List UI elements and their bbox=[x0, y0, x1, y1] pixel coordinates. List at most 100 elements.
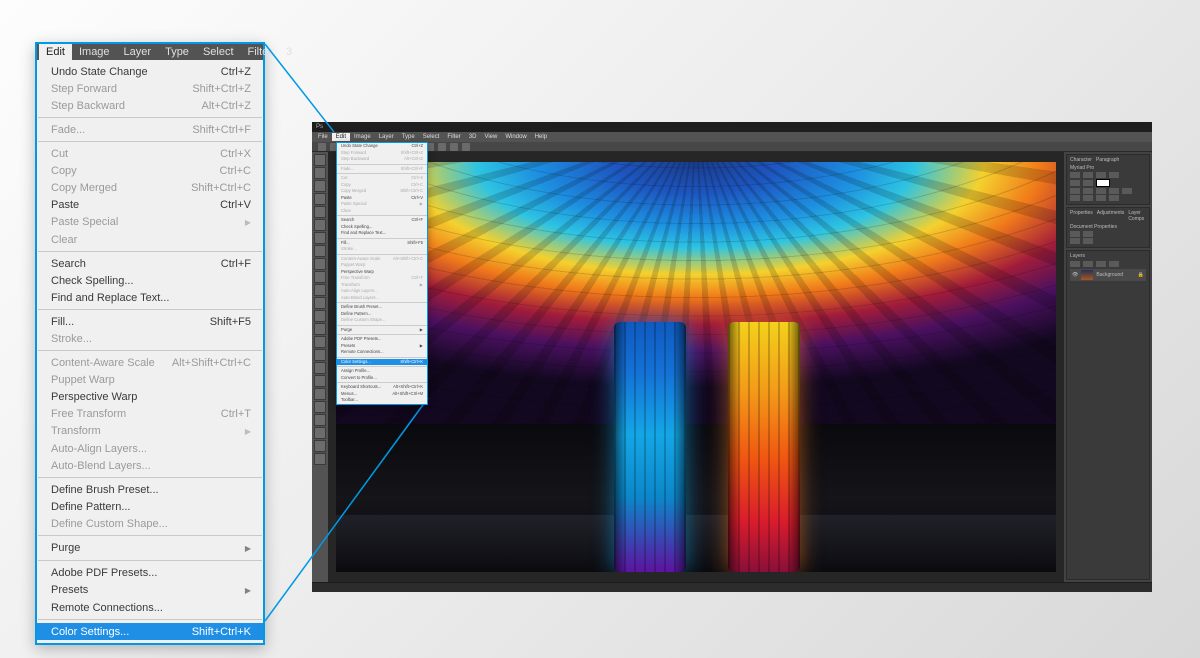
app-menubar-item[interactable]: Edit bbox=[332, 133, 350, 141]
tool-icon[interactable] bbox=[314, 284, 326, 296]
menubar-item-layer[interactable]: Layer bbox=[117, 44, 159, 60]
mini-menu-item[interactable]: Find and Replace Text... bbox=[337, 230, 427, 237]
tool-icon[interactable] bbox=[314, 310, 326, 322]
app-menubar-item[interactable]: Type bbox=[398, 133, 419, 141]
tab-properties[interactable]: Properties bbox=[1070, 210, 1093, 222]
tool-icon[interactable] bbox=[314, 180, 326, 192]
menu-item[interactable]: PasteCtrl+V bbox=[37, 196, 263, 213]
opt-icon[interactable] bbox=[450, 143, 458, 151]
opt-icon[interactable] bbox=[462, 143, 470, 151]
menu-item[interactable]: Adobe PDF Presets... bbox=[37, 564, 263, 581]
tool-icon[interactable] bbox=[314, 427, 326, 439]
app-menubar-item[interactable]: View bbox=[480, 133, 501, 141]
menu-item[interactable]: Remote Connections... bbox=[37, 599, 263, 616]
tool-icon[interactable] bbox=[314, 245, 326, 257]
tab-character[interactable]: Character bbox=[1070, 157, 1092, 163]
menubar-item-select[interactable]: Select bbox=[196, 44, 241, 60]
app-menubar-item[interactable]: File bbox=[314, 133, 332, 141]
tool-icon[interactable] bbox=[314, 219, 326, 231]
mini-menu-item: Stroke... bbox=[337, 246, 427, 253]
menu-item[interactable]: Define Pattern... bbox=[37, 498, 263, 515]
menu-item: Content-Aware ScaleAlt+Shift+Ctrl+C bbox=[37, 354, 263, 371]
menu-item: Clear bbox=[37, 231, 263, 248]
app-menubar-item[interactable]: 3D bbox=[465, 133, 481, 141]
tab-layercomps[interactable]: Layer Comps bbox=[1128, 210, 1146, 222]
edit-menu-mini[interactable]: Undo State ChangeCtrl+ZStep ForwardShift… bbox=[336, 142, 428, 405]
app-menubar-item[interactable]: Layer bbox=[375, 133, 398, 141]
tool-preset-icon[interactable] bbox=[318, 143, 326, 151]
eye-icon[interactable]: 👁 bbox=[1072, 272, 1078, 278]
layer-row[interactable]: 👁 Background 🔒 bbox=[1070, 269, 1146, 281]
menu-item[interactable]: Check Spelling... bbox=[37, 272, 263, 289]
tool-icon[interactable] bbox=[314, 323, 326, 335]
menu-item[interactable]: Presets bbox=[37, 581, 263, 599]
tool-icon[interactable] bbox=[314, 414, 326, 426]
layer-thumb[interactable] bbox=[1081, 270, 1093, 280]
color-swatch[interactable] bbox=[1096, 179, 1110, 187]
app-menubar-item[interactable]: Help bbox=[531, 133, 551, 141]
app-menubar-item[interactable]: Window bbox=[501, 133, 530, 141]
menu-item[interactable]: Fill...Shift+F5 bbox=[37, 313, 263, 330]
app-menubar-item[interactable]: Image bbox=[350, 133, 375, 141]
menu-item[interactable]: Perspective Warp bbox=[37, 388, 263, 405]
mini-menu-item[interactable]: Purge▶ bbox=[337, 327, 427, 334]
properties-title: Document Properties bbox=[1070, 224, 1117, 230]
character-panel[interactable]: Character Paragraph Myriad Pro bbox=[1066, 154, 1150, 205]
menu-item[interactable]: Undo State ChangeCtrl+Z bbox=[37, 63, 263, 80]
tool-icon[interactable] bbox=[314, 232, 326, 244]
app-menubar[interactable]: FileEditImageLayerTypeSelectFilter3DView… bbox=[312, 132, 1152, 142]
menubar-item-3[interactable]: 3 bbox=[279, 44, 299, 60]
font-family[interactable]: Myriad Pro bbox=[1070, 165, 1094, 171]
tab-adjustments[interactable]: Adjustments bbox=[1097, 210, 1125, 222]
tab-paragraph[interactable]: Paragraph bbox=[1096, 157, 1119, 163]
tool-icon[interactable] bbox=[314, 375, 326, 387]
mini-menu-item[interactable]: Toolbar... bbox=[337, 397, 427, 404]
mini-menu-item: Step BackwardAlt+Ctrl+Z bbox=[337, 156, 427, 163]
tool-icon[interactable] bbox=[314, 388, 326, 400]
document-image bbox=[336, 162, 1056, 572]
mini-menu-item[interactable]: Color Settings...Shift+Ctrl+K bbox=[337, 359, 427, 366]
tool-icon[interactable] bbox=[314, 336, 326, 348]
mini-menu-item[interactable]: Remote Connections... bbox=[337, 349, 427, 356]
menu-item[interactable]: Purge bbox=[37, 539, 263, 557]
photoshop-window: Ps FileEditImageLayerTypeSelectFilter3DV… bbox=[312, 122, 1152, 592]
app-menubar-item[interactable]: Select bbox=[419, 133, 444, 141]
tools-panel[interactable] bbox=[312, 152, 328, 582]
status-bar bbox=[312, 582, 1152, 592]
tool-icon[interactable] bbox=[314, 453, 326, 465]
tool-icon[interactable] bbox=[314, 401, 326, 413]
menu-item: Auto-Align Layers... bbox=[37, 440, 263, 457]
menu-item: Auto-Blend Layers... bbox=[37, 457, 263, 474]
menubar-item-image[interactable]: Image bbox=[72, 44, 117, 60]
properties-panel[interactable]: Properties Adjustments Layer Comps Docum… bbox=[1066, 207, 1150, 248]
menu-item[interactable]: SearchCtrl+F bbox=[37, 255, 263, 272]
tool-icon[interactable] bbox=[314, 258, 326, 270]
menubar-item-type[interactable]: Type bbox=[158, 44, 196, 60]
tool-icon[interactable] bbox=[314, 167, 326, 179]
menubar-item-edit[interactable]: Edit bbox=[39, 44, 72, 60]
tab-layers[interactable]: Layers bbox=[1070, 253, 1085, 259]
menu-item[interactable]: Define Brush Preset... bbox=[37, 481, 263, 498]
document-canvas[interactable] bbox=[328, 152, 1064, 582]
mini-menu-item[interactable]: Convert to Profile... bbox=[337, 375, 427, 382]
layers-panel[interactable]: Layers 👁 Background 🔒 bbox=[1066, 250, 1150, 580]
tool-icon[interactable] bbox=[314, 362, 326, 374]
menubar-item-filter[interactable]: Filter bbox=[241, 44, 279, 60]
tool-icon[interactable] bbox=[314, 154, 326, 166]
menu-item[interactable]: Find and Replace Text... bbox=[37, 289, 263, 306]
app-menubar-item[interactable]: Filter bbox=[443, 133, 464, 141]
pillar-right bbox=[728, 322, 800, 572]
tool-icon[interactable] bbox=[314, 297, 326, 309]
opt-icon[interactable] bbox=[438, 143, 446, 151]
tool-icon[interactable] bbox=[314, 271, 326, 283]
options-bar[interactable] bbox=[312, 142, 1152, 152]
tool-icon[interactable] bbox=[314, 206, 326, 218]
tool-icon[interactable] bbox=[314, 349, 326, 361]
layer-name[interactable]: Background bbox=[1096, 272, 1123, 278]
tool-icon[interactable] bbox=[314, 440, 326, 452]
menu-item[interactable]: Color Settings...Shift+Ctrl+K bbox=[37, 623, 263, 640]
tool-icon[interactable] bbox=[314, 193, 326, 205]
edit-menu-zoomed: EditImageLayerTypeSelectFilter3 Undo Sta… bbox=[35, 42, 265, 645]
menu-item: Transform bbox=[37, 422, 263, 440]
menu-item: Fade...Shift+Ctrl+F bbox=[37, 121, 263, 138]
